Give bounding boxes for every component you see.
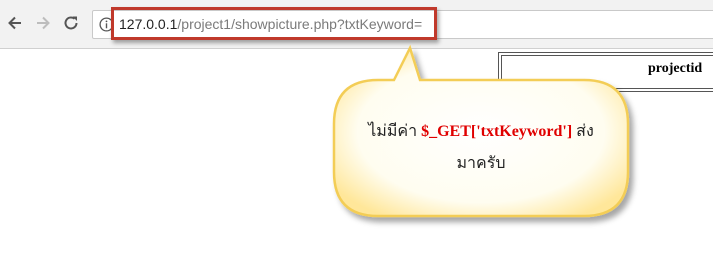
callout-code: $_GET['txtKeyword'] [421, 123, 573, 140]
callout-text: ไม่มีค่า $_GET['txtKeyword'] ส่ง มาครับ [340, 116, 622, 180]
callout-text-before: ไม่มีค่า [368, 123, 422, 140]
callout-line-2: มาครับ [456, 155, 506, 172]
callout-text-after: ส่ง [572, 123, 594, 140]
callout-line-1: ไม่มีค่า $_GET['txtKeyword'] ส่ง [340, 116, 622, 148]
